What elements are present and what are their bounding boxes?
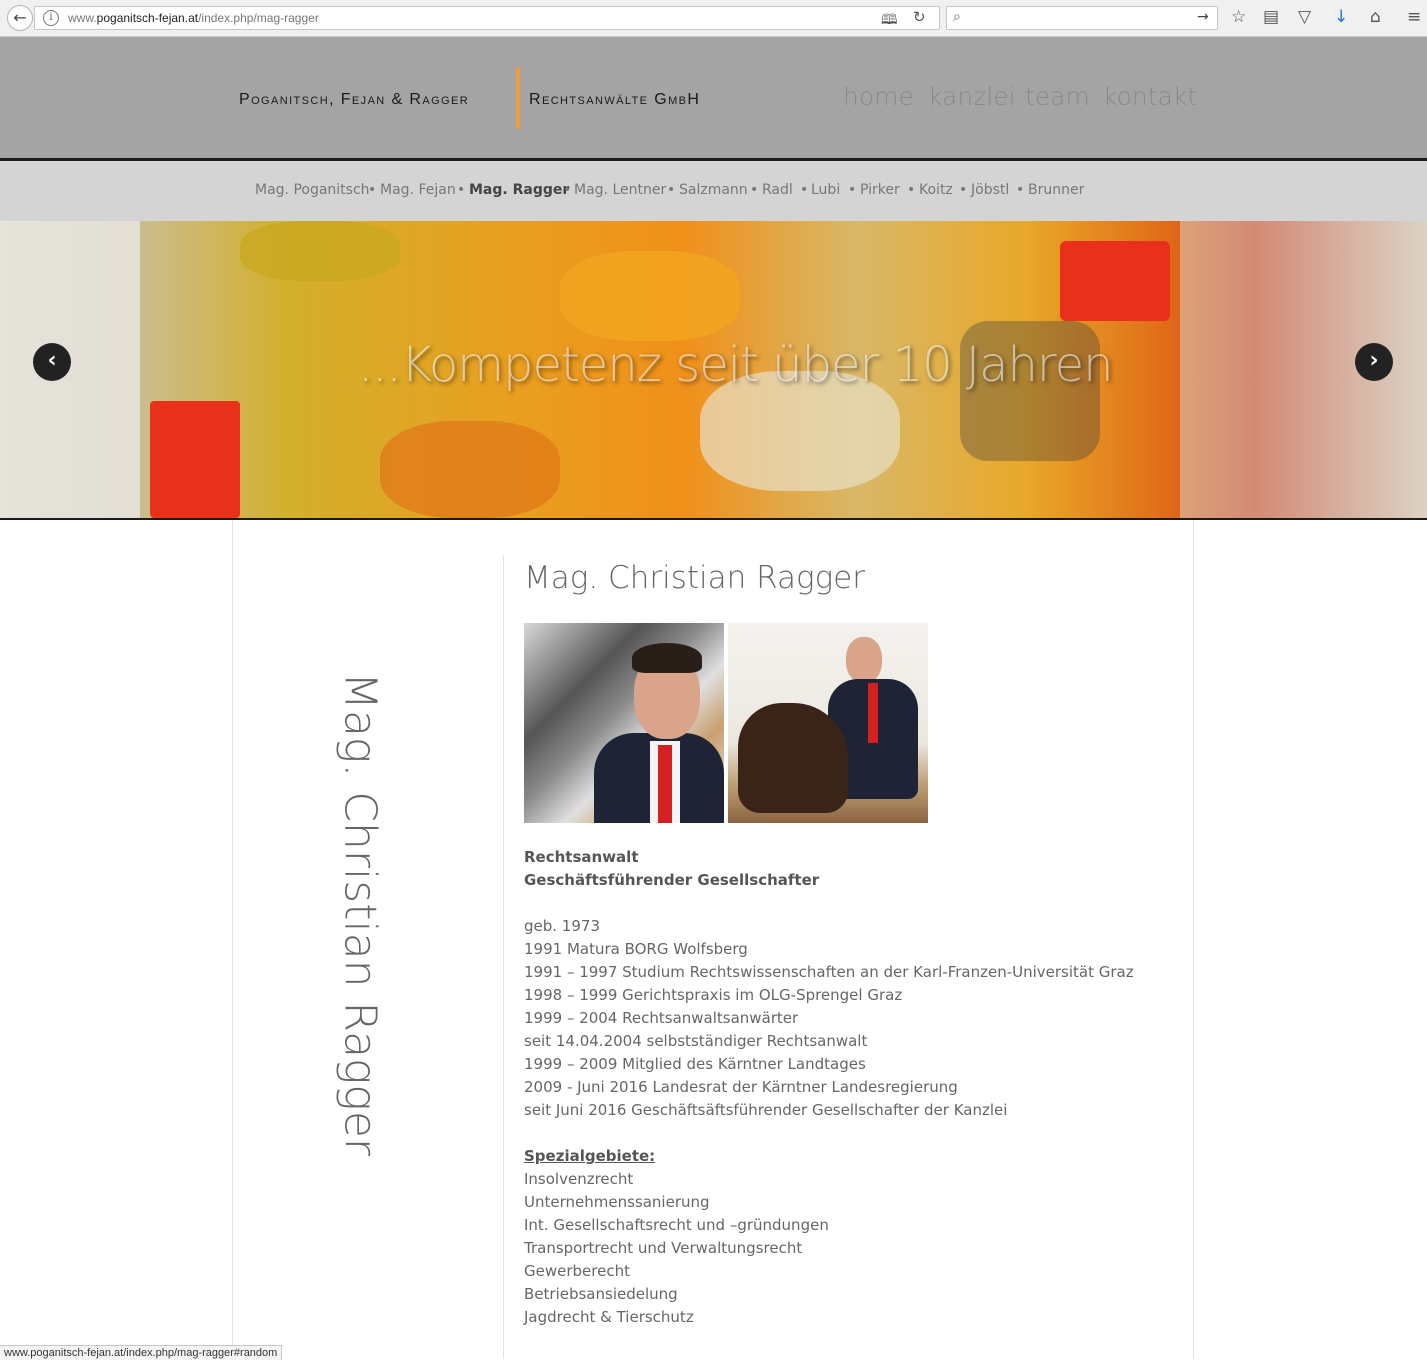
banner-paint-texture [240, 221, 400, 281]
specialty-item: Jagdrecht & Tierschutz [524, 1308, 694, 1326]
specialty-item: Insolvenzrecht [524, 1170, 634, 1188]
subnav-item-poganitsch[interactable]: Mag. Poganitsch [255, 182, 370, 198]
subnav-item-brunner[interactable]: Brunner [1028, 182, 1084, 198]
photo-tie [868, 683, 878, 743]
cv-entry: seit 14.04.2004 selbstständiger Rechtsan… [524, 1032, 868, 1050]
library-icon[interactable]: ▤ [1263, 7, 1279, 27]
info-icon[interactable]: i [43, 10, 59, 26]
subnav-separator: • [750, 182, 759, 198]
subnav-item-pirker[interactable]: Pirker [860, 182, 900, 198]
banner-paint-texture [380, 421, 560, 518]
content-border-left [232, 520, 233, 1359]
subnav-item-lentner[interactable]: Mag. Lentner [574, 182, 666, 198]
content-border-right [1193, 520, 1194, 1359]
subnav-separator: • [959, 182, 968, 198]
nav-home[interactable]: home [843, 82, 914, 111]
subnav-separator: • [667, 182, 676, 198]
specialties-heading: Spezialgebiete: [524, 1147, 656, 1165]
reader-view-icon[interactable]: 🕮 [881, 9, 898, 33]
profile-role: Rechtsanwalt [524, 848, 639, 866]
search-icon: ⌕ [953, 9, 961, 25]
star-icon[interactable]: ☆ [1231, 7, 1246, 27]
search-bar[interactable]: ⌕ → [946, 6, 1218, 30]
cv-entry: 1991 – 1997 Studium Rechtswissenschaften… [524, 963, 1134, 981]
reload-icon[interactable]: ↻ [913, 8, 926, 26]
banner-paint-texture [0, 221, 140, 518]
url-text[interactable]: www.poganitsch-fejan.at/index.php/mag-ra… [68, 11, 319, 25]
specialty-item: Gewerberecht [524, 1262, 630, 1280]
back-arrow-icon[interactable]: ← [7, 5, 33, 31]
portrait-photo[interactable] [524, 623, 724, 823]
subnav-item-radl[interactable]: Radl [762, 182, 793, 198]
photo-tie [658, 745, 672, 823]
column-divider [503, 555, 504, 1359]
url-bar[interactable]: i www.poganitsch-fejan.at/index.php/mag-… [34, 6, 940, 30]
slider-prev-button[interactable]: ‹ [33, 343, 71, 381]
cv-entry: 1991 Matura BORG Wolfsberg [524, 940, 748, 958]
cv-entry: seit Juni 2016 Geschäftsäftsführender Ge… [524, 1101, 1008, 1119]
vertical-name-text: Mag. Christian Ragger [334, 672, 386, 1156]
browser-toolbar: ← i www.poganitsch-fejan.at/index.php/ma… [0, 0, 1427, 37]
go-arrow-icon[interactable]: → [1197, 9, 1209, 25]
brand-divider [516, 67, 520, 129]
nav-kontakt[interactable]: kontakt [1103, 82, 1197, 111]
subnav-item-ragger[interactable]: Mag. Ragger [469, 182, 569, 198]
nav-team[interactable]: team [1025, 82, 1090, 111]
specialty-item: Betriebsansiedelung [524, 1285, 678, 1303]
subnav-item-lubi[interactable]: Lubi [811, 182, 840, 198]
subnav-separator: • [800, 182, 809, 198]
subnav-item-salzmann[interactable]: Salzmann [679, 182, 748, 198]
cv-entry: geb. 1973 [524, 917, 600, 935]
banner-divider [0, 518, 1427, 520]
team-subnav: Mag. Poganitsch • Mag. Fejan • Mag. Ragg… [0, 161, 1427, 221]
cv-entry: 1998 – 1999 Gerichtspraxis im OLG-Spreng… [524, 986, 903, 1004]
site-header: Poganitsch, Fejan & Ragger Rechtsanwälte… [0, 37, 1427, 158]
subnav-item-joebstl[interactable]: Jöbstl [971, 182, 1009, 198]
photo-face [846, 637, 882, 683]
status-bar-url: www.poganitsch-fejan.at/index.php/mag-ra… [0, 1345, 283, 1360]
photo-dog [738, 703, 848, 813]
subnav-separator: • [563, 182, 572, 198]
specialty-item: Unternehmenssanierung [524, 1193, 710, 1211]
banner-caption: ...Kompetenz seit über 10 Jahren [358, 337, 1114, 393]
subnav-separator: • [907, 182, 916, 198]
subnav-item-koitz[interactable]: Koitz [919, 182, 953, 198]
specialty-item: Transportrecht und Verwaltungsrecht [524, 1239, 803, 1257]
profile-role: Geschäftsführender Gesellschafter [524, 871, 820, 889]
subnav-separator: • [848, 182, 857, 198]
banner-paint-texture [1060, 241, 1170, 321]
hero-banner: ‹ ...Kompetenz seit über 10 Jahren › [0, 221, 1427, 518]
banner-paint-texture [560, 251, 740, 341]
cv-entry: 1999 – 2009 Mitglied des Kärntner Landta… [524, 1055, 866, 1073]
brand-subtitle[interactable]: Rechtsanwälte GmbH [529, 91, 700, 109]
banner-paint-texture [150, 401, 240, 518]
subnav-separator: • [368, 182, 377, 198]
cv-entry: 2009 - Juni 2016 Landesrat der Kärntner … [524, 1078, 958, 1096]
vertical-name-label: Mag. Christian Ragger [309, 672, 386, 1156]
page-title: Mag. Christian Ragger [524, 560, 865, 596]
cv-entry: 1999 – 2004 Rechtsanwaltsanwärter [524, 1009, 799, 1027]
subnav-item-fejan[interactable]: Mag. Fejan [380, 182, 456, 198]
specialty-item: Int. Gesellschaftsrecht und –gründungen [524, 1216, 829, 1234]
download-icon[interactable]: ↓ [1334, 7, 1348, 27]
slider-next-button[interactable]: › [1355, 343, 1393, 381]
subnav-separator: • [1016, 182, 1025, 198]
hamburger-menu-icon[interactable]: ≡ [1407, 7, 1421, 27]
photo-with-dog[interactable] [728, 623, 928, 823]
pocket-icon[interactable]: ▽ [1298, 7, 1311, 27]
nav-kanzlei[interactable]: kanzlei [928, 82, 1016, 111]
home-icon[interactable]: ⌂ [1370, 7, 1381, 27]
photo-hair [632, 643, 702, 673]
subnav-separator: • [457, 182, 466, 198]
brand-name[interactable]: Poganitsch, Fejan & Ragger [239, 91, 469, 109]
